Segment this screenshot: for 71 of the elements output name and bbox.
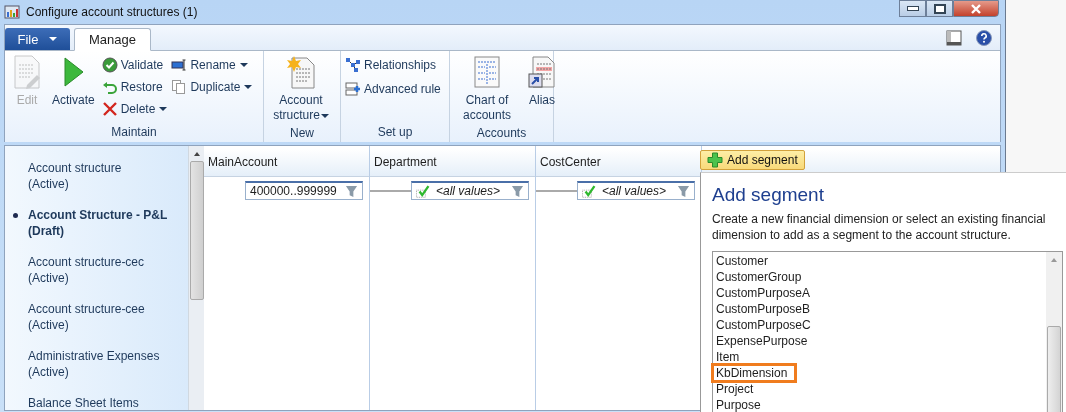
- close-icon: [970, 3, 982, 14]
- check-icon: [582, 184, 598, 198]
- plus-icon: [707, 152, 723, 168]
- maximize-button[interactable]: [926, 0, 953, 17]
- dimension-item[interactable]: Customer: [713, 253, 776, 269]
- filter-icon[interactable]: [677, 184, 690, 198]
- add-rule-icon: [345, 81, 361, 97]
- app-icon: [4, 4, 20, 20]
- close-button[interactable]: [953, 0, 999, 17]
- sidebar-item[interactable]: Administrative Expenses (Active): [5, 348, 188, 395]
- filter-icon[interactable]: [511, 184, 524, 198]
- add-segment-button[interactable]: Add segment: [700, 150, 805, 170]
- dimension-item[interactable]: KbDimension: [713, 365, 796, 381]
- column-header: MainAccount: [204, 149, 369, 177]
- copy-icon: [171, 79, 188, 95]
- dimension-item[interactable]: Project: [713, 381, 762, 397]
- panel-icon[interactable]: [946, 30, 962, 46]
- segment-filter[interactable]: <all values>: [577, 181, 695, 200]
- help-icon[interactable]: [976, 30, 992, 46]
- relationships-button[interactable]: Relationships: [345, 55, 445, 75]
- minimize-button[interactable]: [899, 0, 926, 17]
- column-header: Department: [370, 149, 535, 177]
- check-circle-icon: [101, 57, 118, 73]
- column-header: CostCenter: [536, 149, 701, 177]
- sidebar-item[interactable]: Account structure-cee (Active): [5, 301, 188, 348]
- panel-description: Create a new financial dimension or select an existing financial dimension to add as a segment to the account structure.: [712, 211, 1047, 243]
- validate-button[interactable]: Validate: [101, 55, 168, 75]
- connector-line: [370, 189, 411, 192]
- dimension-item[interactable]: CustomPurposeA: [713, 285, 819, 301]
- window-title: Configure account structures (1): [26, 5, 198, 19]
- text-field-icon: [171, 57, 188, 73]
- connector-line: [536, 189, 577, 192]
- ledger-icon: [472, 55, 502, 89]
- relationships-icon: [345, 57, 361, 73]
- group-label: Accounts: [475, 125, 528, 142]
- account-structure-button[interactable]: Account structure: [268, 53, 334, 125]
- new-document-icon: [286, 55, 316, 89]
- sidebar-item[interactable]: Balance Sheet Items: [5, 395, 188, 412]
- document-pencil-icon: [12, 55, 42, 89]
- sidebar-item[interactable]: Account structure-cec (Active): [5, 254, 188, 301]
- undo-arrow-icon: [101, 79, 118, 95]
- panel-title: Add segment: [712, 183, 825, 207]
- dimension-item[interactable]: Purpose: [713, 397, 769, 412]
- check-icon: [416, 184, 432, 198]
- advanced-rule-button[interactable]: Advanced rule: [345, 79, 445, 99]
- group-label: Set up: [376, 124, 414, 141]
- scrollbar[interactable]: [188, 146, 204, 410]
- file-menu[interactable]: File: [5, 28, 70, 50]
- filter-icon[interactable]: [345, 184, 358, 198]
- alias-button[interactable]: Alias: [524, 53, 560, 125]
- delete-icon: [101, 101, 118, 117]
- group-label: New: [289, 125, 315, 142]
- ribbon-tab[interactable]: Manage: [74, 28, 151, 51]
- restore-button[interactable]: Restore: [101, 77, 168, 97]
- dimension-item[interactable]: CustomPurposeB: [713, 301, 819, 317]
- chart-of-accounts-button[interactable]: Chart of accounts: [454, 53, 520, 125]
- shortcut-document-icon: [527, 55, 557, 89]
- segment-filter[interactable]: 400000..999999: [245, 181, 363, 200]
- delete-button[interactable]: Delete: [101, 99, 168, 119]
- group-label: Maintain: [110, 124, 158, 141]
- scrollbar[interactable]: [1046, 252, 1062, 412]
- sidebar-item[interactable]: Account structure (Active): [5, 160, 188, 207]
- activate-button[interactable]: Activate: [49, 53, 98, 124]
- sidebar-item[interactable]: Account Structure - P&L (Draft): [5, 207, 188, 254]
- dimension-item[interactable]: Item: [713, 349, 748, 365]
- duplicate-button[interactable]: Duplicate: [171, 77, 253, 97]
- dimension-item[interactable]: ExpensePurpose: [713, 333, 816, 349]
- segment-filter[interactable]: <all values>: [411, 181, 529, 200]
- dimension-item[interactable]: CustomerGroup: [713, 269, 810, 285]
- dimension-item[interactable]: CustomPurposeC: [713, 317, 819, 333]
- rename-button[interactable]: Rename: [171, 55, 253, 75]
